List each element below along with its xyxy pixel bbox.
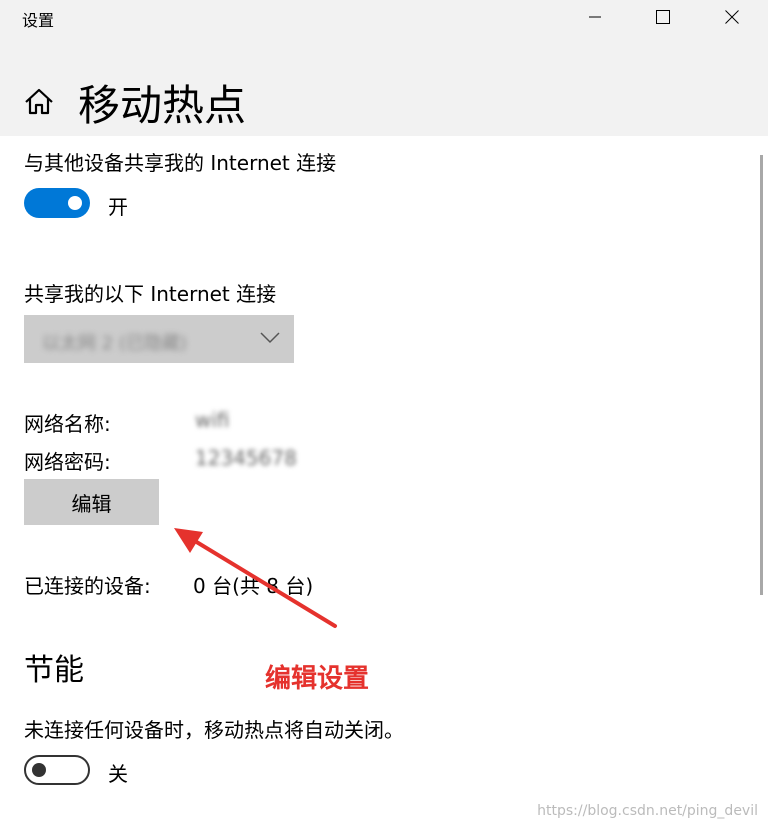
annotation-arrow [174, 528, 337, 628]
watermark: https://blog.csdn.net/ping_devil [537, 803, 758, 819]
scrollbar[interactable] [760, 155, 763, 595]
annotation-label: 编辑设置 [265, 664, 370, 694]
